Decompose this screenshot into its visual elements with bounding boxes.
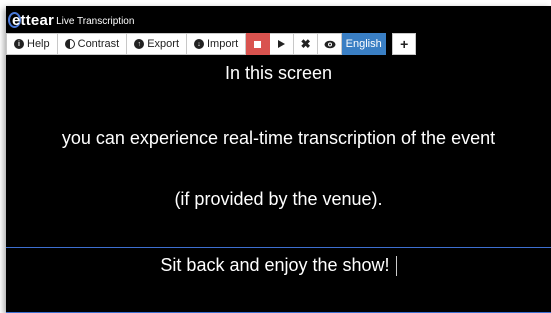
help-label: Help xyxy=(27,38,50,50)
separator-line xyxy=(6,247,551,248)
language-button[interactable]: English xyxy=(342,33,387,55)
import-label: Import xyxy=(207,38,239,50)
logo-text: ettear xyxy=(12,11,55,29)
contrast-icon xyxy=(64,39,75,49)
text-caret xyxy=(395,256,397,277)
title-bar: ettear Live Transcription xyxy=(6,6,551,34)
stop-button[interactable] xyxy=(246,33,271,55)
stop-icon xyxy=(254,40,262,48)
play-icon xyxy=(278,40,286,48)
import-icon: ↓ xyxy=(194,39,204,49)
view-button[interactable] xyxy=(318,33,343,55)
current-line-text: Sit back and enjoy the show! xyxy=(160,255,390,275)
eye-icon xyxy=(324,40,336,48)
app-title: Live Transcription xyxy=(56,16,135,27)
contrast-button[interactable]: Contrast xyxy=(57,33,128,55)
toolbar: i Help Contrast ↑ Export ↓ Import ✖ Engl… xyxy=(6,33,417,55)
help-button[interactable]: i Help xyxy=(6,33,58,55)
transcript-line: (if provided by the venue). xyxy=(174,189,383,209)
transcript-line: In this screen xyxy=(224,63,333,83)
import-button[interactable]: ↓ Import xyxy=(187,33,247,55)
transcript-line: you can experience real-time transcripti… xyxy=(61,128,496,148)
current-line[interactable]: Sit back and enjoy the show! xyxy=(6,255,551,277)
info-icon: i xyxy=(14,39,24,49)
export-label: Export xyxy=(147,38,179,50)
close-icon: ✖ xyxy=(300,37,311,51)
export-button[interactable]: ↑ Export xyxy=(127,33,187,55)
add-button[interactable]: + xyxy=(392,33,417,55)
bettear-logo: ettear xyxy=(8,12,54,29)
transcription-app: ettear Live Transcription i Help Contras… xyxy=(6,6,551,313)
export-icon: ↑ xyxy=(134,39,145,49)
play-button[interactable] xyxy=(270,33,295,55)
contrast-label: Contrast xyxy=(77,38,120,50)
clear-button[interactable]: ✖ xyxy=(294,33,319,55)
